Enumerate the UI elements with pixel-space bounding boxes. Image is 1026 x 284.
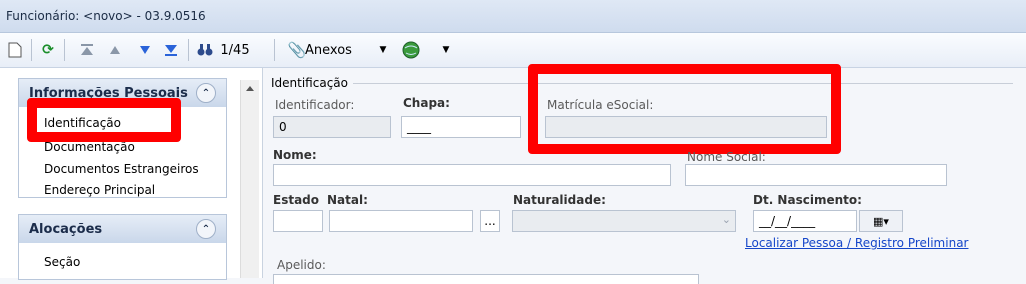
- sidebar-item-secao[interactable]: Seção: [44, 255, 80, 269]
- sidebar: Informações Pessoais ⌃ Identificação Doc…: [0, 68, 263, 280]
- sidebar-group-alocacoes: Alocações ⌃: [18, 214, 227, 280]
- identificador-field[interactable]: 0: [273, 116, 391, 138]
- sidebar-item-endereco-principal[interactable]: Endereço Principal: [44, 183, 155, 197]
- sidebar-group-title: Alocações: [29, 221, 103, 237]
- chevron-down-icon: ⌄: [721, 213, 731, 226]
- apelido-label: Apelido:: [277, 258, 326, 272]
- chapa-field[interactable]: ____: [401, 116, 521, 138]
- toolbar-separator: [31, 39, 32, 61]
- globe-icon[interactable]: [400, 39, 422, 61]
- chevron-up-icon[interactable]: ⌃: [196, 219, 216, 239]
- toolbar: ⟳ 1/45 📎 Anexos ▼ ▼: [0, 33, 1026, 68]
- paperclip-icon[interactable]: 📎: [288, 39, 307, 61]
- nome-field[interactable]: [273, 164, 671, 186]
- calendar-icon: ▦▾: [873, 214, 889, 228]
- previous-record-icon[interactable]: [106, 39, 124, 61]
- localizar-pessoa-link[interactable]: Localizar Pessoa / Registro Preliminar: [745, 236, 968, 250]
- chapa-label: Chapa:: [403, 96, 450, 110]
- section-title: Identificação: [271, 76, 348, 90]
- form-panel: Identificação Identificador: 0 Chapa: __…: [263, 64, 1026, 284]
- window-title: Funcionário: <novo> - 03.9.0516: [6, 9, 206, 23]
- estado-label: Estado: [273, 193, 320, 207]
- nome-social-field[interactable]: [685, 164, 947, 186]
- sidebar-item-documentos-estrangeiros[interactable]: Documentos Estrangeiros: [44, 162, 199, 176]
- chevron-down-icon[interactable]: ▼: [440, 39, 452, 61]
- dt-nascimento-label: Dt. Nascimento:: [753, 193, 862, 207]
- highlight-box: [27, 98, 181, 142]
- record-counter: 1/45: [220, 42, 250, 58]
- apelido-field[interactable]: [273, 274, 699, 284]
- toolbar-separator: [274, 39, 275, 61]
- estado-natal-uf-field[interactable]: [273, 210, 323, 232]
- last-record-icon[interactable]: [162, 39, 180, 61]
- natal-label: Natal:: [327, 193, 368, 207]
- browse-button[interactable]: ...: [480, 210, 500, 232]
- toolbar-separator: [188, 39, 189, 61]
- toolbar-separator: [64, 39, 65, 61]
- sidebar-item-documentacao[interactable]: Documentação: [44, 140, 135, 154]
- new-document-icon[interactable]: [6, 39, 24, 61]
- naturalidade-select[interactable]: ⌄: [512, 210, 736, 232]
- nome-social-label: Nome Social:: [687, 150, 766, 164]
- chevron-up-icon[interactable]: ⌃: [196, 83, 216, 103]
- window-titlebar: Funcionário: <novo> - 03.9.0516: [0, 0, 1026, 33]
- identificador-label: Identificador:: [275, 98, 355, 112]
- calendar-picker-button[interactable]: ▦▾: [859, 210, 903, 232]
- attachments-button[interactable]: Anexos: [305, 39, 357, 61]
- highlight-box: [528, 64, 841, 154]
- dt-nascimento-field[interactable]: __/__/____: [753, 210, 857, 232]
- estado-natal-field[interactable]: [329, 210, 473, 232]
- binoculars-icon[interactable]: [196, 39, 214, 61]
- chevron-down-icon[interactable]: ▼: [377, 39, 389, 61]
- naturalidade-label: Naturalidade:: [513, 193, 606, 207]
- refresh-icon[interactable]: ⟳: [38, 39, 58, 61]
- sidebar-scrollbar[interactable]: [240, 80, 259, 278]
- first-record-icon[interactable]: [78, 39, 96, 61]
- sidebar-group-header[interactable]: Alocações ⌃: [19, 215, 226, 243]
- nome-label: Nome:: [273, 148, 317, 162]
- next-record-icon[interactable]: [136, 39, 154, 61]
